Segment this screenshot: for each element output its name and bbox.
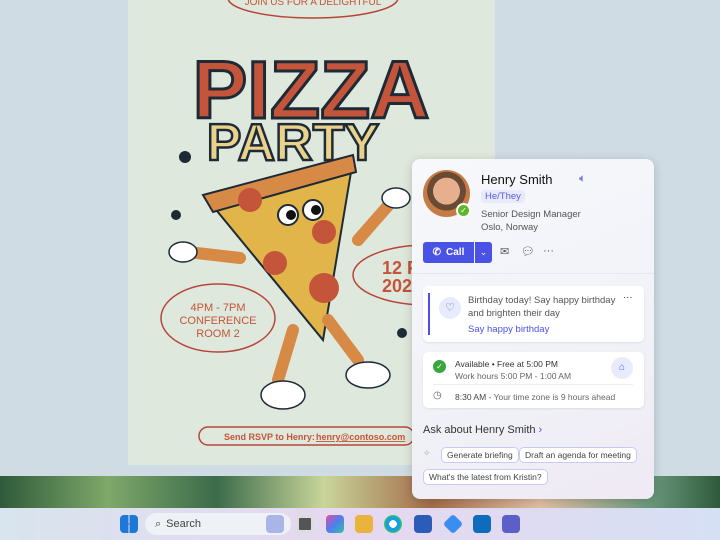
chevron-right-icon: › bbox=[538, 424, 543, 436]
rsvp-label: Send RSVP to Henry: bbox=[224, 432, 315, 442]
pronouns-badge: He/They bbox=[481, 190, 525, 203]
more-icon[interactable]: ··· bbox=[543, 245, 554, 257]
availability-status: Available • Free at 5:00 PM bbox=[455, 359, 558, 369]
calendar-widget-icon[interactable] bbox=[266, 515, 284, 533]
accent-bar bbox=[428, 293, 430, 335]
balloon-icon: ♡ bbox=[439, 297, 461, 319]
m365-icon[interactable] bbox=[326, 515, 344, 533]
location: Oslo, Norway bbox=[481, 222, 539, 233]
profile-name: Henry Smith bbox=[481, 172, 553, 187]
timezone-note: - Your time zone is 9 hours ahead bbox=[486, 392, 616, 402]
copilot-icon[interactable] bbox=[442, 513, 464, 535]
suggestion-chip[interactable]: Generate briefing bbox=[441, 447, 519, 463]
file-explorer-icon[interactable] bbox=[355, 515, 373, 533]
pizza-character-illustration bbox=[168, 151, 411, 410]
divider bbox=[412, 273, 654, 274]
suggestion-chip[interactable]: Draft an agenda for meeting bbox=[519, 447, 637, 463]
profile-card: ✓ Henry Smith 🔈︎ He/They Senior Design M… bbox=[412, 159, 654, 499]
clock-icon: ◷ bbox=[433, 390, 442, 401]
poster-top-text: JOIN US FOR A DELIGHTFUL bbox=[245, 0, 382, 8]
home-icon[interactable]: ⌂ bbox=[611, 357, 633, 379]
taskbar: ⌕ Search bbox=[0, 508, 720, 540]
poster-time: 4PM - 7PM bbox=[190, 302, 245, 314]
availability-card: ✓ Available • Free at 5:00 PM Work hours… bbox=[423, 352, 644, 408]
suggestion-chip[interactable]: What's the latest from Kristin? bbox=[423, 469, 548, 485]
store-icon[interactable] bbox=[414, 515, 432, 533]
call-label: Call bbox=[446, 247, 465, 258]
poster-place-1: CONFERENCE bbox=[179, 315, 256, 327]
birthday-card: ♡ Birthday today! Say happy birthday and… bbox=[423, 286, 644, 342]
available-check-icon: ✓ bbox=[433, 360, 446, 373]
teams-icon[interactable] bbox=[502, 515, 520, 533]
work-hours: Work hours 5:00 PM - 1:00 AM bbox=[455, 371, 572, 381]
outlook-icon[interactable] bbox=[473, 515, 491, 533]
search-label: Search bbox=[166, 518, 202, 530]
mail-icon[interactable]: ✉ bbox=[500, 245, 509, 258]
ask-about-link[interactable]: Ask about Henry Smith › bbox=[423, 424, 542, 436]
call-options-button[interactable]: ⌄ bbox=[475, 242, 492, 263]
call-button[interactable]: ✆ Call bbox=[423, 242, 474, 263]
speaker-icon[interactable]: 🔈︎ bbox=[579, 171, 586, 186]
job-title: Senior Design Manager bbox=[481, 209, 581, 220]
local-time: 8:30 AM bbox=[455, 392, 487, 402]
poster-place-2: ROOM 2 bbox=[196, 328, 239, 340]
chevron-down-icon: ⌄ bbox=[479, 247, 488, 257]
presence-available-icon: ✓ bbox=[456, 203, 471, 218]
birthday-text: Birthday today! Say happy birthday and b… bbox=[468, 295, 616, 319]
task-view-icon[interactable] bbox=[296, 515, 314, 533]
phone-icon: ✆ bbox=[432, 247, 442, 258]
more-icon[interactable]: ··· bbox=[623, 292, 633, 303]
start-button[interactable] bbox=[120, 515, 138, 533]
sparkle-icon: ✧ bbox=[423, 448, 431, 458]
search-icon: ⌕ bbox=[155, 517, 162, 530]
divider bbox=[433, 384, 633, 385]
ask-heading: Ask about Henry Smith bbox=[423, 424, 536, 436]
say-happy-birthday-link[interactable]: Say happy birthday bbox=[468, 324, 549, 335]
rsvp-email-link[interactable]: henry@contoso.com bbox=[316, 432, 405, 442]
chat-icon[interactable]: 💬︎ bbox=[521, 245, 535, 258]
edge-browser-icon[interactable] bbox=[384, 515, 402, 533]
